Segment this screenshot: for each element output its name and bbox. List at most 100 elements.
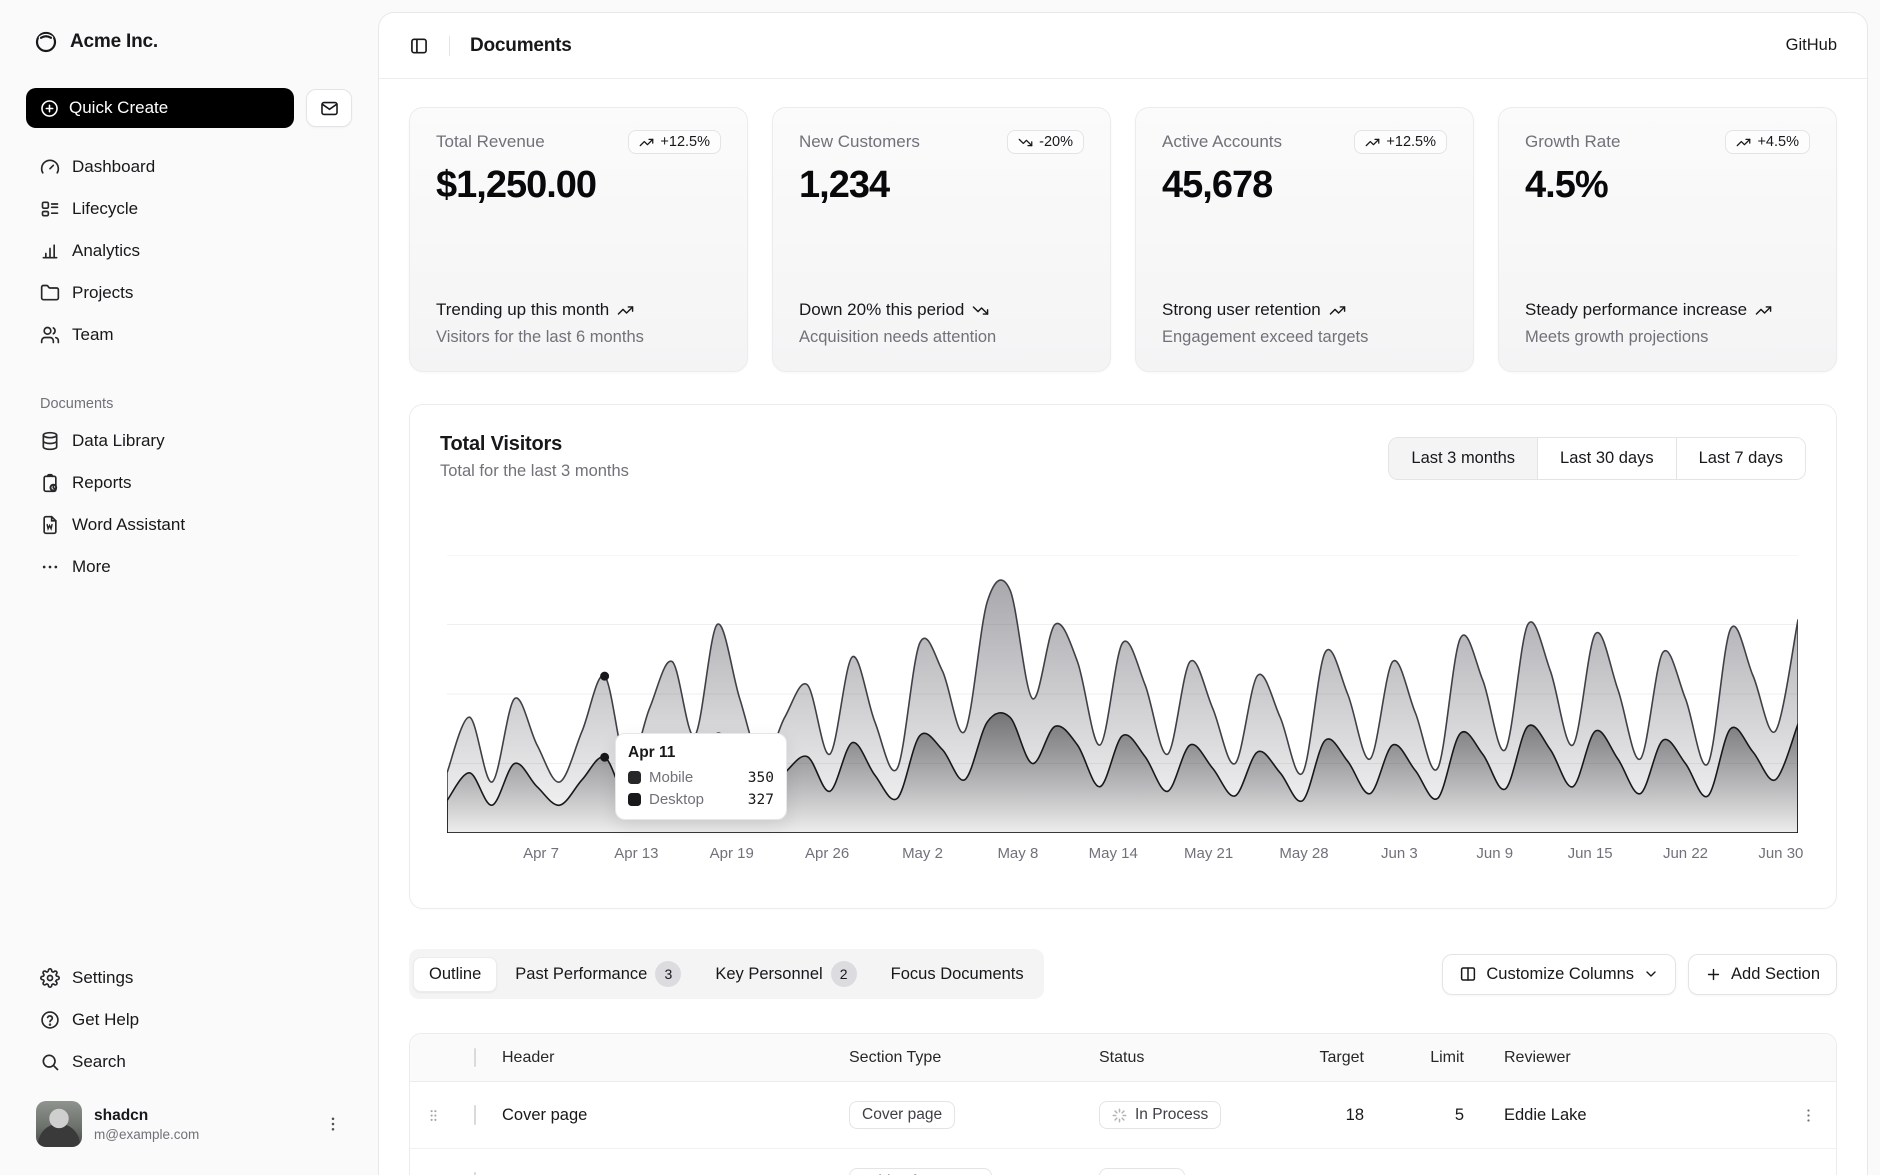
gauge-icon [40, 157, 60, 177]
sidebar-item-settings[interactable]: Settings [26, 957, 352, 999]
sidebar-item-label: Dashboard [72, 157, 155, 177]
card-active-accounts: Active Accounts +12.5% 45,678 Strong use… [1135, 107, 1474, 372]
chart-tooltip: Apr 11 Mobile 350 Desktop 327 [615, 733, 787, 820]
card-foot-desc: Engagement exceed targets [1162, 328, 1447, 347]
x-axis-tick: May 14 [1082, 845, 1144, 862]
footer-nav: Settings Get Help Search [26, 957, 352, 1083]
x-axis-tick: Jun 22 [1655, 845, 1717, 862]
x-axis-tick: Apr 26 [796, 845, 858, 862]
x-axis-tick: May 28 [1273, 845, 1335, 862]
card-foot-title: Steady performance increase [1525, 299, 1747, 321]
x-axis-tick: Jun 3 [1368, 845, 1430, 862]
range-last-3-months[interactable]: Last 3 months [1389, 438, 1537, 479]
plus-icon [1705, 966, 1722, 983]
acme-logo-icon [34, 30, 58, 54]
tab-outline[interactable]: Outline [413, 957, 497, 992]
range-toggle-group: Last 3 months Last 30 days Last 7 days [1388, 437, 1806, 480]
x-axis-tick: May 2 [892, 845, 954, 862]
customize-columns-button[interactable]: Customize Columns [1442, 954, 1676, 995]
card-new-customers: New Customers -20% 1,234 Down 20% this p… [772, 107, 1111, 372]
column-header: Target [1295, 1049, 1400, 1067]
tooltip-series-value: 327 [748, 792, 774, 808]
card-foot-desc: Meets growth projections [1525, 328, 1810, 347]
folder-icon [40, 283, 60, 303]
sidebar-item-lifecycle[interactable]: Lifecycle [26, 188, 352, 230]
users-icon [40, 325, 60, 345]
row-header-cell[interactable]: Cover page [498, 1106, 845, 1125]
sidebar-item-get-help[interactable]: Get Help [26, 999, 352, 1041]
nav-section-documents: Documents [26, 396, 352, 420]
file-word-icon [40, 515, 60, 535]
card-foot-title: Down 20% this period [799, 299, 964, 321]
row-checkbox[interactable] [474, 1172, 476, 1175]
sections-table: Header Section Type Status Target Limit … [409, 1033, 1837, 1175]
table-row: Cover page Cover page In Process 18 5 Ed… [410, 1082, 1836, 1149]
sidebar-item-team[interactable]: Team [26, 314, 352, 356]
range-last-7-days[interactable]: Last 7 days [1676, 438, 1805, 479]
reviewer-cell[interactable]: Eddie Lake [1500, 1106, 1780, 1125]
trending-up-icon [617, 302, 634, 319]
tab-key-personnel[interactable]: Key Personnel2 [699, 953, 872, 995]
card-label: New Customers [799, 130, 920, 152]
x-axis-tick: Jun 15 [1559, 845, 1621, 862]
sidebar-item-search[interactable]: Search [26, 1041, 352, 1083]
card-foot-desc: Acquisition needs attention [799, 328, 1084, 347]
layout-list-icon [40, 199, 60, 219]
badge-value: -20% [1039, 134, 1073, 150]
sidebar-item-analytics[interactable]: Analytics [26, 230, 352, 272]
select-all-checkbox[interactable] [474, 1048, 476, 1067]
add-section-label: Add Section [1731, 965, 1820, 984]
card-value: 1,234 [799, 164, 1084, 207]
sidebar-item-projects[interactable]: Projects [26, 272, 352, 314]
add-section-button[interactable]: Add Section [1688, 954, 1837, 995]
sidebar-item-label: Get Help [72, 1010, 139, 1030]
target-cell[interactable]: 18 [1295, 1106, 1400, 1125]
more-vertical-icon[interactable] [324, 1115, 342, 1133]
columns-icon [1459, 965, 1477, 983]
row-menu-button[interactable] [1780, 1107, 1836, 1124]
sidebar-item-label: More [72, 557, 111, 577]
sidebar-item-label: Lifecycle [72, 199, 138, 219]
sidebar-item-reports[interactable]: Reports [26, 462, 352, 504]
card-value: $1,250.00 [436, 164, 721, 207]
sidebar-item-label: Analytics [72, 241, 140, 261]
divider [449, 36, 450, 56]
card-label: Active Accounts [1162, 130, 1282, 152]
sidebar-item-data-library[interactable]: Data Library [26, 420, 352, 462]
github-link[interactable]: GitHub [1786, 36, 1837, 55]
sidebar-item-dashboard[interactable]: Dashboard [26, 146, 352, 188]
user-email: m@example.com [94, 1127, 312, 1142]
tooltip-series-value: 350 [748, 770, 774, 786]
badge-value: +12.5% [660, 134, 710, 150]
kpi-cards: Total Revenue +12.5% $1,250.00 Trending … [409, 107, 1837, 372]
user-menu[interactable]: shadcn m@example.com [26, 1093, 352, 1155]
main-nav: Dashboard Lifecycle Analytics Projects T… [26, 146, 352, 356]
card-value: 4.5% [1525, 164, 1810, 207]
limit-cell[interactable]: 5 [1400, 1106, 1500, 1125]
sidebar-item-more[interactable]: More [26, 546, 352, 588]
section-type-badge: Table of contents [849, 1168, 992, 1175]
quick-create-button[interactable]: Quick Create [26, 88, 294, 128]
total-visitors-chart-card: Total Visitors Total for the last 3 mont… [409, 404, 1837, 909]
card-growth-rate: Growth Rate +4.5% 4.5% Steady performanc… [1498, 107, 1837, 372]
x-axis-tick: Jun 9 [1464, 845, 1526, 862]
card-total-revenue: Total Revenue +12.5% $1,250.00 Trending … [409, 107, 748, 372]
tab-focus-documents[interactable]: Focus Documents [875, 957, 1040, 992]
sidebar: Acme Inc. Quick Create Dashboard Lifecyc… [0, 0, 378, 1175]
drag-handle[interactable] [410, 1108, 456, 1123]
brand[interactable]: Acme Inc. [26, 22, 352, 62]
status-label: In Process [1135, 1106, 1208, 1124]
sidebar-toggle-button[interactable] [409, 36, 429, 56]
sidebar-item-word-assistant[interactable]: Word Assistant [26, 504, 352, 546]
tab-count-badge: 2 [831, 961, 857, 987]
x-axis-tick: Apr 19 [701, 845, 763, 862]
status-badge: Done [1099, 1168, 1185, 1175]
tab-past-performance[interactable]: Past Performance3 [499, 953, 697, 995]
row-checkbox[interactable] [474, 1105, 476, 1125]
range-last-30-days[interactable]: Last 30 days [1537, 438, 1676, 479]
inbox-button[interactable] [306, 89, 352, 127]
trending-down-icon [1018, 135, 1033, 150]
clipboard-icon [40, 473, 60, 493]
sidebar-item-label: Reports [72, 473, 132, 493]
plus-circle-icon [40, 99, 59, 118]
